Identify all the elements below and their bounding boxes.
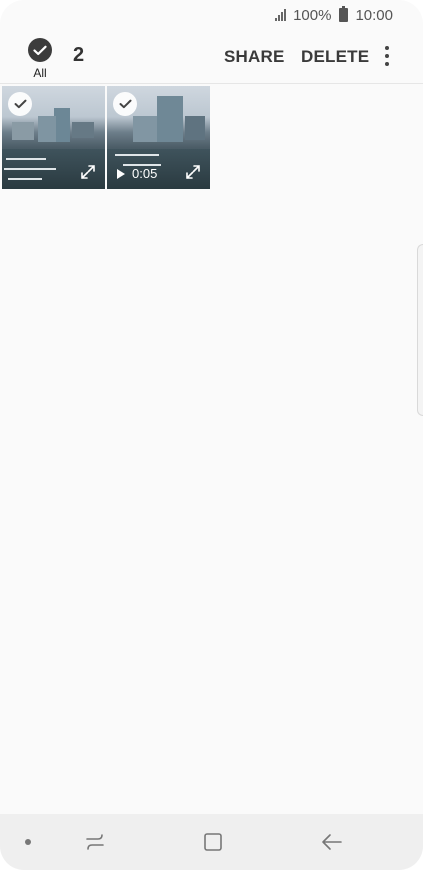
video-info: 0:05	[116, 166, 157, 181]
video-duration: 0:05	[132, 166, 158, 181]
media-thumbnail-photo[interactable]	[2, 86, 105, 189]
expand-icon[interactable]	[184, 163, 202, 181]
battery-percent: 100%	[293, 6, 332, 24]
navigation-bar	[0, 814, 423, 870]
select-all-button[interactable]: All	[26, 38, 54, 80]
signal-icon	[275, 9, 287, 21]
select-all-check-icon	[28, 38, 52, 62]
play-icon	[117, 168, 125, 179]
nav-dot-icon[interactable]	[25, 839, 31, 845]
expand-icon[interactable]	[79, 163, 97, 181]
status-bar: 100% 10:00	[0, 0, 423, 30]
edge-panel-handle[interactable]	[417, 244, 423, 416]
media-thumbnail-video[interactable]: 0:05	[107, 86, 210, 189]
clock: 10:00	[355, 6, 393, 24]
selected-count: 2	[73, 44, 85, 66]
battery-icon	[339, 6, 349, 22]
share-button[interactable]: SHARE	[224, 47, 285, 67]
home-icon[interactable]	[202, 831, 224, 853]
delete-button[interactable]: DELETE	[301, 47, 369, 67]
selected-check-icon[interactable]	[113, 92, 137, 116]
media-grid: 0:05	[2, 86, 210, 189]
selection-action-bar: All 2 SHARE DELETE	[0, 30, 423, 84]
select-all-label: All	[33, 66, 47, 80]
gallery-selection-screen: 100% 10:00 All 2 SHARE DELETE 0:05	[0, 0, 423, 870]
back-icon[interactable]	[320, 831, 344, 853]
recents-icon[interactable]	[84, 831, 106, 853]
selected-check-icon[interactable]	[8, 92, 32, 116]
more-options-icon[interactable]	[377, 42, 397, 70]
